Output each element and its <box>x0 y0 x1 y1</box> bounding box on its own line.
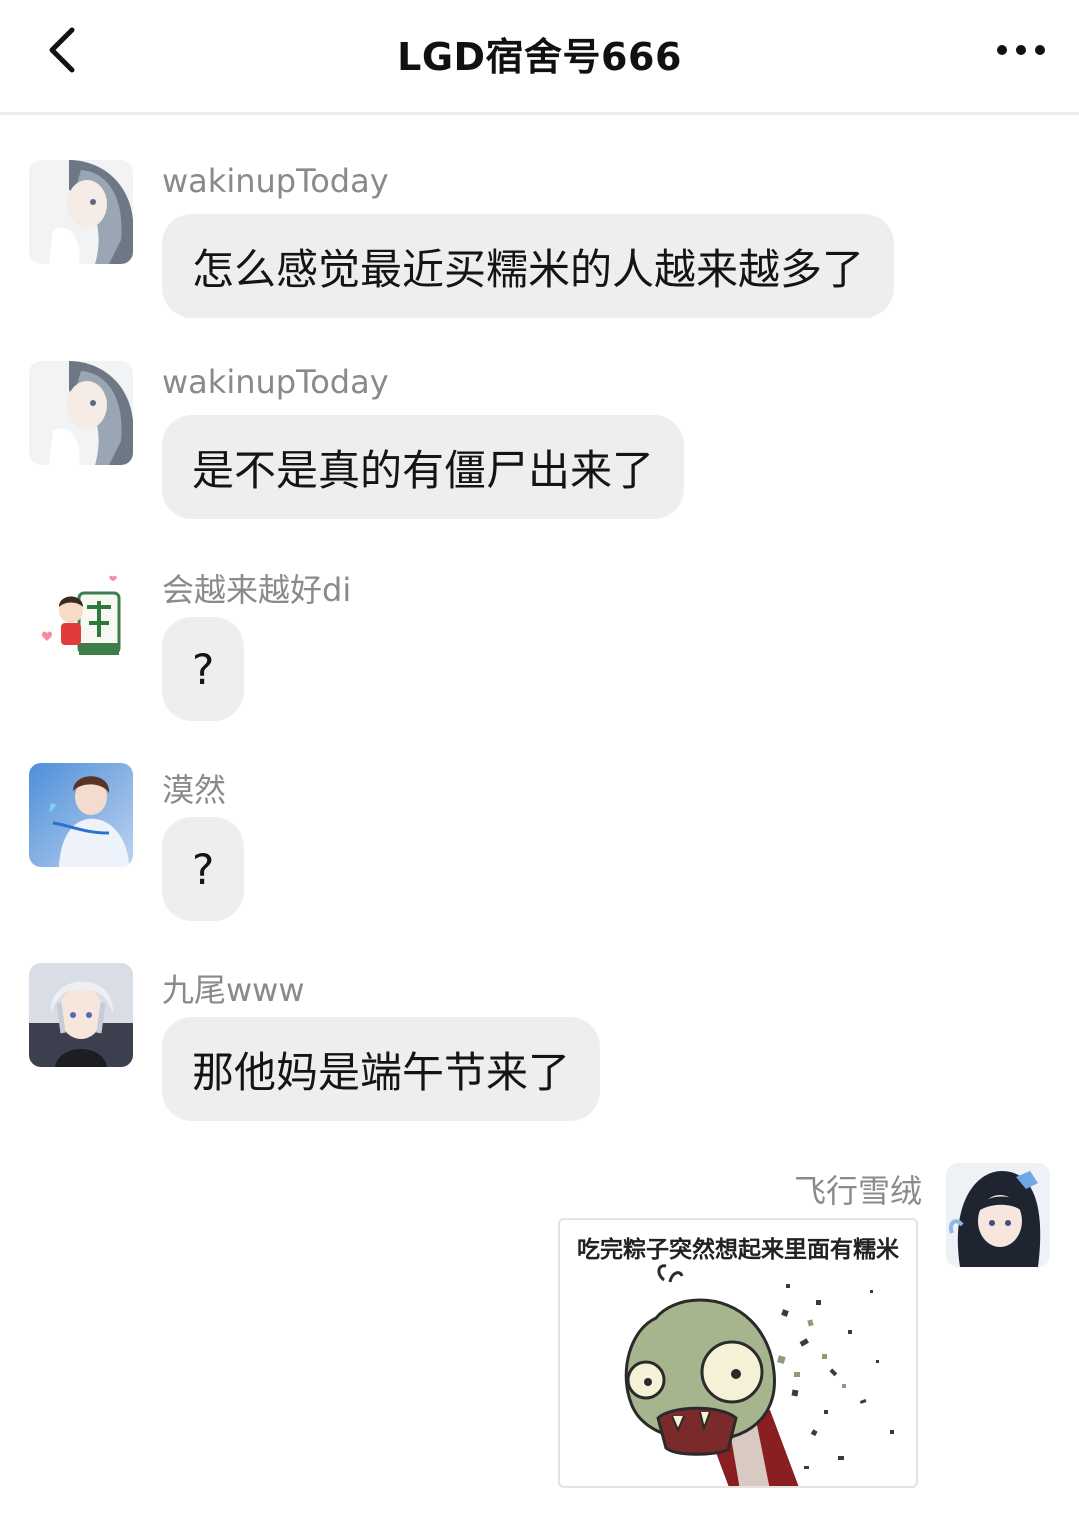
mahjong-fa-cartoon-avatar <box>29 563 133 667</box>
message-bubble[interactable]: 是不是真的有僵尸出来了 <box>162 415 685 519</box>
avatar[interactable] <box>29 563 133 667</box>
sender-name: wakinupToday <box>162 363 389 401</box>
sticker-caption: 吃完粽子突然想起来里面有糯米 <box>577 1237 899 1263</box>
sender-name: wakinupToday <box>162 162 389 200</box>
more-options-button[interactable] <box>989 22 1053 78</box>
message-bubble[interactable]: ? <box>162 817 245 921</box>
avatar[interactable] <box>29 963 133 1067</box>
avatar[interactable] <box>29 160 133 264</box>
avatar[interactable] <box>946 1163 1050 1267</box>
anime-silver-hair-avatar <box>29 160 133 264</box>
anime-silver-hair-avatar <box>29 361 133 465</box>
zombie-disintegrating-sticker <box>624 1264 894 1486</box>
message-bubble[interactable]: ? <box>162 617 245 721</box>
sticker-image[interactable]: 吃完粽子突然想起来里面有糯米 <box>558 1218 918 1488</box>
anime-dark-hair-girl-avatar <box>946 1163 1050 1267</box>
chat-title: LGD宿舍号666 <box>397 35 682 79</box>
avatar[interactable] <box>29 763 133 867</box>
chat-header: LGD宿舍号666 <box>0 0 1079 115</box>
avatar[interactable] <box>29 361 133 465</box>
sender-name: 漠然 <box>162 771 227 809</box>
anime-white-hair-boy-avatar <box>29 963 133 1067</box>
sender-name: 会越来越好di <box>162 571 352 609</box>
sender-name: 飞行雪绒 <box>794 1172 923 1210</box>
more-dots-icon <box>997 45 1045 55</box>
message-bubble[interactable]: 那他妈是端午节来了 <box>162 1017 601 1121</box>
anime-boy-blue-avatar <box>29 763 133 867</box>
sender-name: 九尾www <box>162 971 305 1009</box>
message-bubble[interactable]: 怎么感觉最近买糯米的人越来越多了 <box>162 214 895 318</box>
